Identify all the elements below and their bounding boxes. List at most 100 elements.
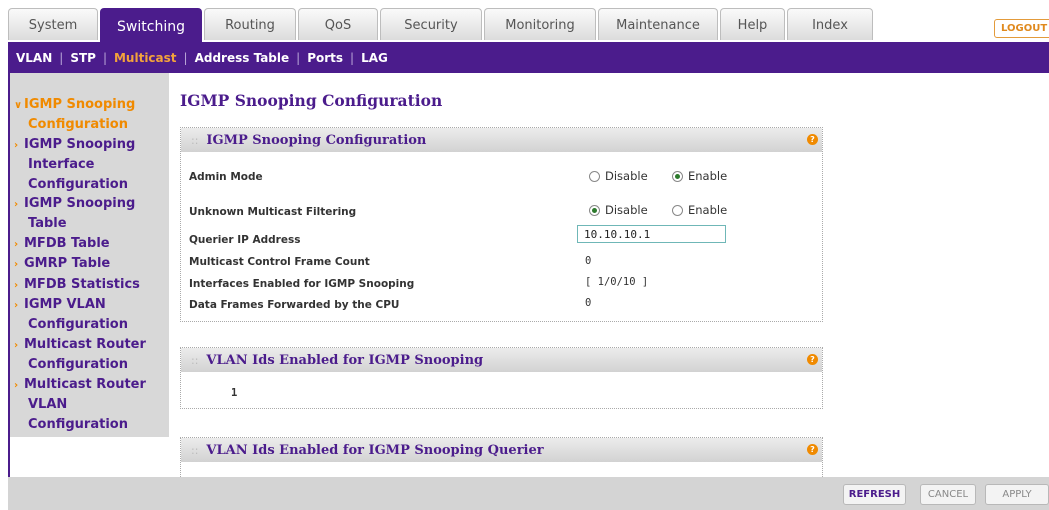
sub-navigation: VLAN | STP | Multicast | Address Table | Ports | L… [8,42,1049,73]
help-icon[interactable]: ? [807,444,818,455]
help-icon[interactable]: ? [807,354,818,365]
sidebar-item-igmp-snooping-configuration[interactable]: ∨ IGMP Snooping Configuration [10,95,169,135]
help-icon[interactable]: ? [807,134,818,145]
sidebar-item-label: IGMP Snooping [24,97,136,112]
subnav-vlan[interactable]: VLAN [16,51,52,65]
sidebar-item-multicast-router-configuration[interactable]: › Multicast Router Configuration [10,335,169,375]
chevron-right-icon: › [14,139,19,151]
sidebar-item-label: IGMP Snooping [24,196,136,212]
igmp-config-panel: :: IGMP Snooping Configuration ? Admin M… [180,127,823,322]
page-title: IGMP Snooping Configuration [180,91,443,110]
sidebar-item-label: IGMP VLAN [24,297,106,313]
refresh-button[interactable]: REFRESH [843,484,906,505]
subnav-ports[interactable]: Ports [307,51,343,65]
sidebar-item-label: Interface [28,157,95,173]
tab-maintenance[interactable]: Maintenance [598,8,718,40]
chevron-right-icon: › [14,199,19,211]
tab-qos[interactable]: QoS [298,8,378,40]
vlan-id-value: 1 [231,387,238,399]
data-frames-cpu-value: 0 [585,297,592,309]
subnav-multicast[interactable]: Multicast [114,51,177,65]
subnav-separator: | [296,50,301,65]
subnav-separator: | [350,50,355,65]
radio-label: Disable [605,203,648,217]
sidebar-item-mfdb-table[interactable]: › MFDB Table [10,234,169,254]
panel-title: IGMP Snooping Configuration [206,132,427,148]
radio-label: Enable [688,203,728,217]
panel-header: :: IGMP Snooping Configuration ? [181,128,822,152]
tab-routing[interactable]: Routing [204,8,296,40]
admin-mode-disable-radio[interactable]: Disable [589,169,648,183]
subnav-stp[interactable]: STP [70,51,96,65]
top-navigation: System Switching Routing QoS Security Monitor… [0,0,1049,42]
tab-switching[interactable]: Switching [100,8,202,42]
subnav-separator: | [183,50,188,65]
sidebar-item-label: Multicast Router [24,336,146,352]
panel-title: VLAN Ids Enabled for IGMP Snooping [206,352,484,368]
tab-system[interactable]: System [8,8,98,40]
sidebar-item-label: Configuration [28,416,128,432]
querier-ip-input[interactable] [577,225,726,243]
panel-header: :: VLAN Ids Enabled for IGMP Snooping ? [181,348,822,372]
tab-monitoring[interactable]: Monitoring [484,8,596,40]
panel-header: :: VLAN Ids Enabled for IGMP Snooping Qu… [181,438,822,462]
top-tabs: System Switching Routing QoS Security Monitor… [8,8,875,42]
tab-index[interactable]: Index [787,8,873,40]
tab-security[interactable]: Security [380,8,482,40]
sidebar-item-label: Configuration [28,176,128,192]
cancel-button[interactable]: CANCEL [920,484,976,505]
panel-title: VLAN Ids Enabled for IGMP Snooping Queri… [206,442,544,458]
sidebar-item-label: Multicast Router [24,376,146,392]
control-frame-count-value: 0 [585,255,592,267]
vlan-querier-panel: :: VLAN Ids Enabled for IGMP Snooping Qu… [180,437,823,477]
admin-mode-label: Admin Mode [189,171,263,183]
sidebar-item-label: Configuration [28,117,128,133]
umf-disable-radio[interactable]: Disable [589,203,648,217]
grip-dots: :: [191,133,199,147]
chevron-right-icon: › [14,259,19,271]
subnav-lag[interactable]: LAG [361,51,388,65]
admin-mode-enable-radio[interactable]: Enable [672,169,727,183]
grip-dots: :: [191,443,199,457]
interfaces-enabled-label: Interfaces Enabled for IGMP Snooping [189,278,415,290]
sidebar-item-gmrp-table[interactable]: › GMRP Table [10,254,169,274]
sidebar: ∨ IGMP Snooping Configuration › IGMP Snoopin… [10,73,169,437]
radio-circle[interactable] [672,170,683,182]
tab-help[interactable]: Help [720,8,785,40]
chevron-right-icon: › [14,279,19,291]
chevron-down-icon: ∨ [14,100,23,111]
radio-circle[interactable] [589,170,600,182]
sidebar-item-label: VLAN [28,397,68,413]
sidebar-item-label: MFDB Table [24,235,110,251]
subnav-address-table[interactable]: Address Table [195,51,290,65]
sidebar-item-label: GMRP Table [24,256,111,272]
unknown-multicast-filtering-label: Unknown Multicast Filtering [189,206,357,218]
chevron-right-icon: › [14,300,19,312]
sidebar-item-igmp-snooping-interface-configuration[interactable]: › IGMP Snooping Interface Configuration [10,135,169,194]
grip-dots: :: [191,353,199,367]
radio-circle[interactable] [589,204,600,216]
bottom-button-bar: REFRESH CANCEL APPLY [8,477,1049,510]
chevron-right-icon: › [14,379,19,391]
vlan-ids-panel: :: VLAN Ids Enabled for IGMP Snooping ? … [180,347,823,409]
radio-circle[interactable] [672,204,683,216]
interfaces-enabled-value: [ 1/0/10 ] [585,276,649,288]
sidebar-item-mfdb-statistics[interactable]: › MFDB Statistics [10,275,169,295]
control-frame-count-label: Multicast Control Frame Count [189,256,370,268]
sidebar-item-igmp-vlan-configuration[interactable]: › IGMP VLAN Configuration [10,295,169,335]
sidebar-item-multicast-router-vlan-configuration[interactable]: › Multicast Router VLAN Configuration [10,375,169,434]
radio-label: Enable [688,169,728,183]
chevron-right-icon: › [14,238,19,250]
sidebar-item-igmp-snooping-table[interactable]: › IGMP Snooping Table [10,194,169,234]
radio-label: Disable [605,169,648,183]
umf-enable-radio[interactable]: Enable [672,203,727,217]
subnav-separator: | [59,50,64,65]
sidebar-item-label: Configuration [28,317,128,333]
sidebar-item-label: Configuration [28,357,128,373]
sidebar-item-label: IGMP Snooping [24,136,136,152]
data-frames-cpu-label: Data Frames Forwarded by the CPU [189,299,400,311]
chevron-right-icon: › [14,339,19,351]
querier-ip-label: Querier IP Address [189,234,301,246]
logout-button[interactable]: LOGOUT [994,19,1049,38]
apply-button[interactable]: APPLY [985,484,1049,505]
